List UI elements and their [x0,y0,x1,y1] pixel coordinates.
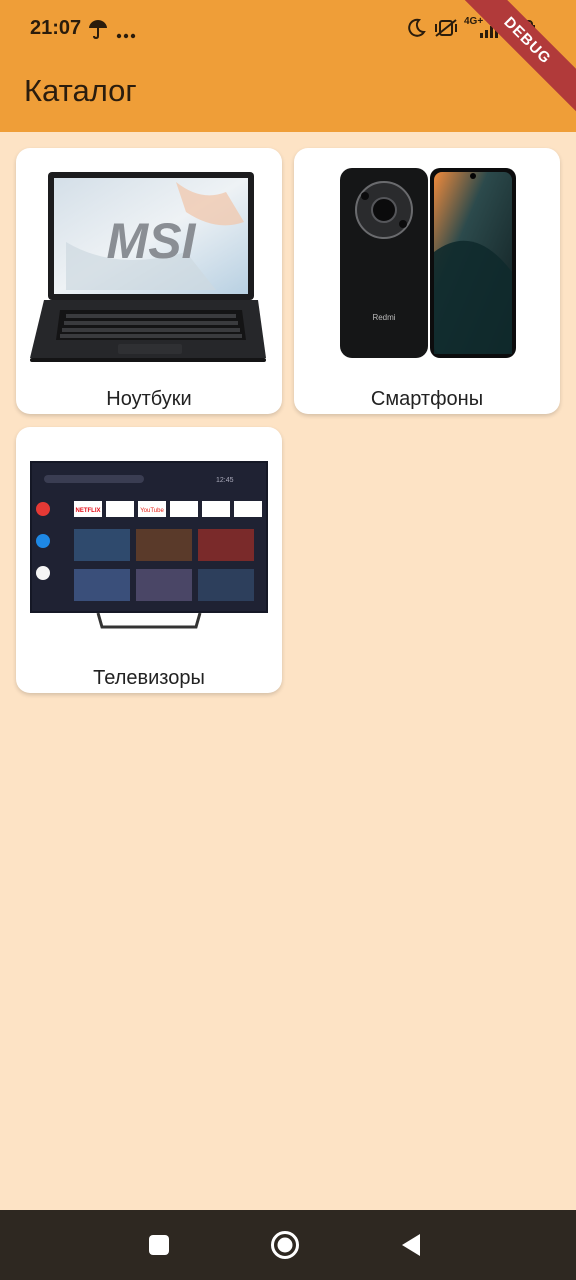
moon-icon [406,18,426,43]
recents-button[interactable] [142,1228,176,1262]
square-icon [149,1235,169,1255]
tv-app-youtube: YouTube [140,508,164,514]
catalog-card-laptops[interactable]: MSI Ноутбуки [16,148,282,414]
catalog-card-televisions[interactable]: 12:45 NETFLIX YouTube Телевизоры [16,427,282,693]
laptop-image: MSI [26,162,272,376]
back-button[interactable] [394,1228,428,1262]
umbrella-icon [88,18,108,45]
catalog-card-smartphones[interactable]: Redmi Смартфоны [294,148,560,414]
smartphone-image: Redmi [304,162,550,376]
home-button[interactable] [268,1228,302,1262]
card-label: Ноутбуки [106,388,192,410]
back-triangle-icon [402,1234,420,1256]
tv-app-netflix: NETFLIX [76,508,101,514]
system-nav-bar [0,1210,576,1280]
muted-vibrate-icon [434,18,458,43]
card-label: Телевизоры [93,667,205,689]
card-label: Смартфоны [370,388,484,410]
tv-image: 12:45 NETFLIX YouTube [26,441,272,655]
page-title: Каталог [24,73,137,108]
circle-icon [271,1231,299,1259]
more-dots-icon [116,26,136,44]
tv-clock: 12:45 [216,477,234,484]
app-bar: 21:07 4G+ Каталог DEBUG [0,0,576,132]
laptop-logo: MSI [107,213,197,269]
status-time: 21:07 [30,17,82,39]
phone-brand: Redmi [372,313,395,322]
